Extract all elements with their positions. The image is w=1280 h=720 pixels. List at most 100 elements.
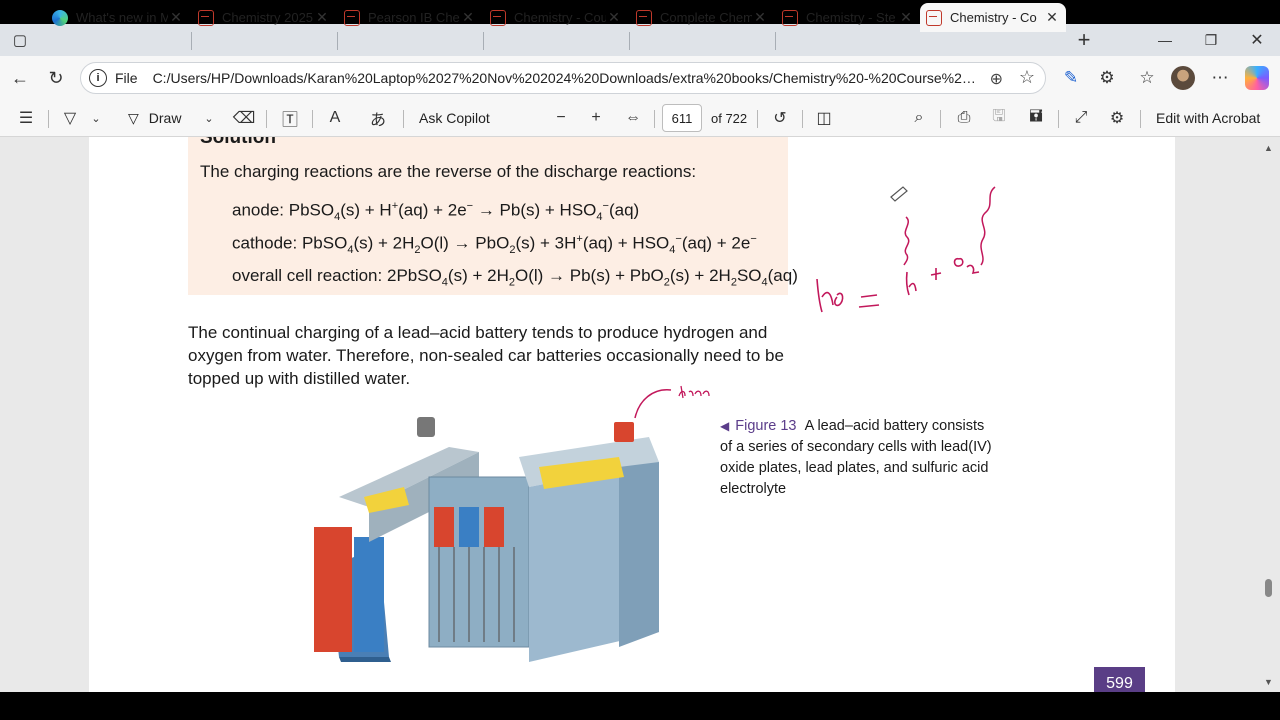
pdf-icon [926,9,942,26]
zoom-out-icon[interactable]: − [549,106,573,130]
close-icon[interactable]: ✕ [460,9,476,26]
search-icon[interactable]: ⌕ [907,106,931,130]
vertical-scrollbar[interactable]: ▲ ▼ [1262,137,1274,692]
read-aloud-icon[interactable]: A [323,106,347,130]
tab-actions-icon[interactable]: ▢ [6,26,34,54]
blue-plate [354,537,384,652]
file-scheme-label: File [115,70,138,86]
edit-with-acrobat-button[interactable]: Edit with Acrobat [1156,106,1260,130]
chevron-down-icon[interactable]: ⌄ [197,106,221,130]
tab-whats-new[interactable]: What's new in M ✕ [46,3,190,32]
save-as-icon[interactable]: 🖬 [1024,106,1048,130]
scroll-down-icon[interactable]: ▼ [1264,677,1273,687]
rotate-icon[interactable]: ↺ [768,106,792,130]
minimize-button[interactable]: — [1142,24,1188,56]
print-icon[interactable]: ⎙ [952,106,976,130]
close-icon[interactable]: ✕ [314,9,330,26]
translate-icon[interactable]: あ [366,106,390,130]
arrow-annotation [634,385,710,419]
tab-chemistry-course[interactable]: Chemistry - Cou ✕ [484,3,628,32]
tab-separator [775,32,776,50]
eraser-icon[interactable]: ⌫ [232,106,256,130]
handwritten-annotation [816,186,996,313]
fullscreen-icon[interactable]: ⤢ [1069,106,1093,130]
extension-pen-icon[interactable]: ✎ [1059,66,1083,90]
scroll-up-icon[interactable]: ▲ [1264,143,1273,153]
pdf-icon [344,9,360,26]
tab-title: What's new in M [76,10,168,25]
favorite-star-icon[interactable]: ☆ [1019,67,1035,88]
toolbar-separator [48,110,49,128]
bottom-black-bar [0,692,1280,720]
close-icon[interactable]: ✕ [1044,9,1060,26]
terminal [417,417,435,437]
highlight-icon[interactable]: ▽ [58,106,82,130]
toolbar-separator [757,110,758,128]
screen: ▢ What's new in M ✕ Chemistry 2025 ✕ Pea… [0,0,1280,720]
pdf-icon [198,9,214,26]
tab-title: Complete Chem [660,10,752,25]
pen-cursor-icon [890,186,908,202]
avatar[interactable] [1171,66,1195,90]
favorites-icon[interactable]: ☆ [1135,66,1159,90]
pdf-toolbar: ☰ ▽ ⌄ ▽ Draw ⌄ ⌫ 🅃 A あ Ask Copilot − + ⇔… [0,100,1280,137]
contents-icon[interactable]: ☰ [14,106,38,130]
tab-complete-chem[interactable]: Complete Chem ✕ [630,3,774,32]
tab-pearson-ib[interactable]: Pearson IB Chem ✕ [338,3,482,32]
page-number-input[interactable]: 611 [662,104,702,132]
restore-button[interactable]: ❐ [1188,24,1234,56]
tab-title: Pearson IB Chem [368,10,460,25]
edge-icon [52,9,68,26]
more-icon[interactable]: ⋯ [1208,66,1232,90]
toolbar-separator [1058,110,1059,128]
tab-title: Chemistry - Cou [514,10,606,25]
tab-title: Chemistry 2025 [222,10,314,25]
pdf-page: Solution The charging reactions are the … [89,137,1175,692]
toolbar-separator [940,110,941,128]
toolbar-separator [802,110,803,128]
close-icon[interactable]: ✕ [606,9,622,26]
save-icon[interactable]: 🖫 [987,106,1011,130]
page-view-icon[interactable]: ◫ [812,106,836,130]
cathode-equation: cathode: PbSO4(s) + 2H2O(l) → PbO2(s) + … [232,233,757,257]
tab-separator [337,32,338,50]
close-icon[interactable]: ✕ [752,9,768,26]
chevron-down-icon[interactable]: ⌄ [84,106,108,130]
back-icon[interactable]: ← [6,64,34,92]
tab-separator [629,32,630,50]
pdf-icon [782,9,798,26]
zoom-in-icon[interactable]: + [584,106,608,130]
body-paragraph: The continual charging of a lead–acid ba… [188,323,784,388]
solution-heading: Solution [200,137,276,148]
tab-title: Chemistry - Co [950,10,1037,25]
toolbar-separator [1140,110,1141,128]
draw-button[interactable]: ▽ Draw [128,106,181,130]
new-tab-button[interactable]: + [1070,26,1098,54]
extensions-icon[interactable]: ⚙ [1095,66,1119,90]
url-text[interactable]: C:/Users/HP/Downloads/Karan%20Laptop%202… [153,70,983,86]
info-icon[interactable]: i [89,69,107,87]
scrollbar-thumb[interactable] [1265,579,1272,597]
tab-chemistry-steps[interactable]: Chemistry - Ste ✕ [776,3,920,32]
intro-text: The charging reactions are the reverse o… [200,162,697,181]
settings-gear-icon[interactable]: ⚙ [1105,106,1129,130]
tab-separator [483,32,484,50]
pdf-icon [490,9,506,26]
text-box-icon[interactable]: 🅃 [278,106,302,130]
fit-page-icon[interactable]: ⇔ [621,106,645,130]
toolbar-separator [312,110,313,128]
ask-copilot-button[interactable]: Ask Copilot [419,106,490,130]
close-icon[interactable]: ✕ [168,9,184,26]
address-bar[interactable]: i File C:/Users/HP/Downloads/Karan%20Lap… [80,62,1046,94]
toolbar-separator [266,110,267,128]
close-icon[interactable]: ✕ [898,9,914,26]
close-window-button[interactable]: ✕ [1234,24,1280,56]
tab-chemistry-2025[interactable]: Chemistry 2025 ✕ [192,3,336,32]
figure-caption: ◀ Figure 13 A lead–acid battery consists … [720,416,1000,500]
tab-chemistry-active[interactable]: Chemistry - Co ✕ [920,3,1066,32]
toolbar-separator [403,110,404,128]
copilot-icon[interactable] [1245,66,1269,90]
pdf-viewer[interactable]: Solution The charging reactions are the … [0,137,1280,692]
zoom-icon[interactable]: ⊕ [990,69,1003,89]
refresh-icon[interactable]: ↻ [42,64,70,92]
